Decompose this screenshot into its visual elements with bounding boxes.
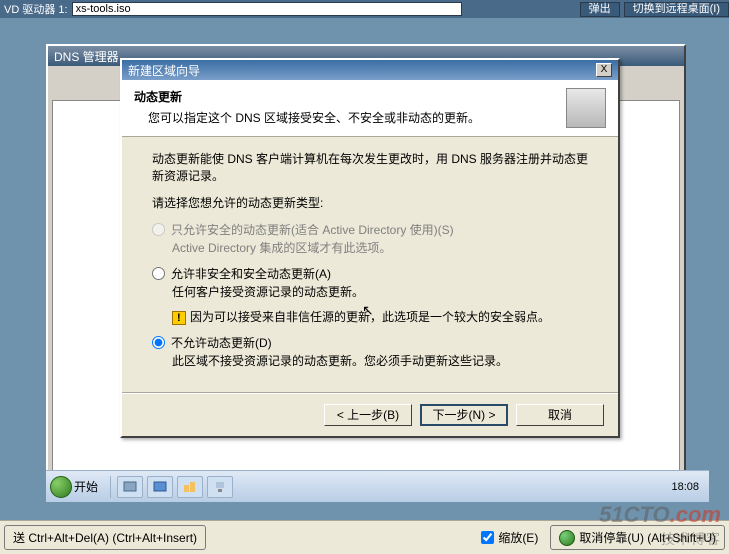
close-icon[interactable]: X	[596, 63, 612, 77]
start-label[interactable]: 开始	[74, 478, 98, 495]
radio-secure-sub: Active Directory 集成的区域才有此选项。	[172, 240, 588, 257]
wizard-header-icon	[566, 88, 606, 128]
radio-option-none[interactable]: 不允许动态更新(D)	[152, 334, 588, 351]
drive-value-input[interactable]	[72, 2, 462, 16]
radio-none-label: 不允许动态更新(D)	[171, 334, 588, 351]
wizard-header: 动态更新 您可以指定这个 DNS 区域接受安全、不安全或非动态的更新。	[122, 80, 618, 137]
wizard-intro2: 请选择您想允许的动态更新类型:	[152, 195, 588, 212]
task-icon-3[interactable]	[177, 476, 203, 498]
scale-label: 缩放(E)	[498, 529, 538, 546]
radio-secure-input	[152, 223, 165, 236]
back-button[interactable]: < 上一步(B)	[324, 404, 412, 426]
host-control-bar: 送 Ctrl+Alt+Del(A) (Ctrl+Alt+Insert) 缩放(E…	[0, 520, 729, 554]
taskbar: 开始 18:08	[46, 470, 709, 502]
radio-nonsecure-sub2: 因为可以接受来自非信任源的更新，此选项是一个较大的安全弱点。	[172, 309, 588, 326]
wizard-head-title: 动态更新	[134, 88, 558, 105]
task-icon-2[interactable]	[147, 476, 173, 498]
wizard-titlebar[interactable]: 新建区域向导 X	[122, 60, 618, 80]
undock-button[interactable]: 取消停靠(U) (Alt+Shift+U)	[550, 525, 725, 551]
undock-icon	[559, 530, 575, 546]
task-icon-4[interactable]	[207, 476, 233, 498]
mouse-cursor-icon: ↖	[362, 302, 374, 319]
radio-nonsecure-label: 允许非安全和安全动态更新(A)	[171, 265, 588, 282]
remote-desktop: DNS 管理器 新建区域向导 X 动态更新 您可以指定这个 DNS 区域接受安全…	[0, 18, 729, 520]
scale-checkbox-input[interactable]	[481, 531, 494, 544]
taskbar-separator	[110, 476, 111, 498]
wizard-button-row: < 上一步(B) 下一步(N) > 取消	[122, 394, 618, 436]
radio-none-sub: 此区域不接受资源记录的动态更新。您必须手动更新这些记录。	[172, 353, 588, 370]
send-cad-button[interactable]: 送 Ctrl+Alt+Del(A) (Ctrl+Alt+Insert)	[4, 525, 206, 550]
radio-none-input[interactable]	[152, 336, 165, 349]
eject-button[interactable]: 弹出	[580, 2, 620, 17]
radio-nonsecure-input[interactable]	[152, 267, 165, 280]
new-zone-wizard: 新建区域向导 X 动态更新 您可以指定这个 DNS 区域接受安全、不安全或非动态…	[120, 58, 620, 438]
wizard-title-text: 新建区域向导	[128, 62, 200, 79]
radio-secure-label: 只允许安全的动态更新(适合 Active Directory 使用)(S)	[171, 221, 588, 238]
wizard-head-subtitle: 您可以指定这个 DNS 区域接受安全、不安全或非动态的更新。	[134, 109, 558, 126]
switch-remote-button[interactable]: 切换到远程桌面(I)	[624, 2, 729, 17]
cancel-button[interactable]: 取消	[516, 404, 604, 426]
wizard-body: 动态更新能使 DNS 客户端计算机在每次发生更改时，用 DNS 服务器注册并动态…	[122, 137, 618, 386]
scale-checkbox[interactable]: 缩放(E)	[481, 529, 538, 546]
radio-nonsecure-sub1: 任何客户接受资源记录的动态更新。	[172, 284, 588, 301]
drive-label: VD 驱动器 1:	[0, 1, 72, 17]
warning-icon	[172, 311, 186, 325]
radio-option-nonsecure[interactable]: 允许非安全和安全动态更新(A)	[152, 265, 588, 282]
task-icon-1[interactable]	[117, 476, 143, 498]
vm-top-bar: VD 驱动器 1: 弹出 切换到远程桌面(I)	[0, 0, 729, 18]
next-button[interactable]: 下一步(N) >	[420, 404, 508, 426]
taskbar-clock[interactable]: 18:08	[665, 481, 705, 493]
start-orb-icon[interactable]	[50, 476, 72, 498]
wizard-intro1: 动态更新能使 DNS 客户端计算机在每次发生更改时，用 DNS 服务器注册并动态…	[152, 151, 588, 185]
radio-option-secure[interactable]: 只允许安全的动态更新(适合 Active Directory 使用)(S)	[152, 221, 588, 238]
